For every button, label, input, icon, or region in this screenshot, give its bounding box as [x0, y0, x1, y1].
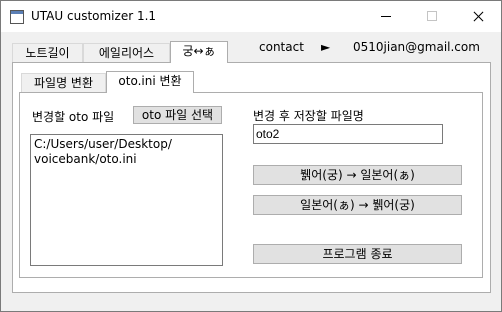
close-button[interactable]: [455, 1, 501, 32]
sub-tab-panel: 변경할 oto 파일 oto 파일 선택 C:/Users/user/Deskt…: [19, 92, 483, 278]
exit-program-button[interactable]: 프로그램 종료: [253, 244, 462, 264]
save-filename-label: 변경 후 저장할 파일명: [253, 109, 364, 123]
minimize-button[interactable]: [363, 1, 409, 32]
tab-hangul-kana[interactable]: 궁↔ぁ: [170, 41, 228, 63]
tab-note-length[interactable]: 노트길이: [12, 43, 83, 63]
window-title: UTAU customizer 1.1: [31, 9, 157, 23]
oto-file-label: 변경할 oto 파일: [32, 110, 115, 124]
arrow-right-icon: ►: [321, 40, 331, 54]
select-oto-file-button[interactable]: oto 파일 선택: [133, 106, 222, 124]
app-icon: [10, 10, 24, 24]
contact-label: contact: [259, 40, 304, 54]
tab-alias[interactable]: 에일리어스: [83, 43, 170, 63]
tab-filename-convert[interactable]: 파일명 변환: [21, 73, 106, 93]
minimize-icon: [381, 16, 391, 17]
app-window: UTAU customizer 1.1 노트길이 에일리어스 궁↔ぁ conta…: [0, 0, 502, 312]
maximize-icon: [427, 11, 437, 21]
convert-to-korean-button[interactable]: 일본어(ぁ) → 뷁어(궁): [253, 195, 462, 215]
convert-to-japanese-button[interactable]: 뷁어(궁) → 일본어(ぁ): [253, 165, 462, 185]
save-filename-input[interactable]: [253, 124, 443, 144]
tab-oto-ini-convert[interactable]: oto.ini 변환: [106, 71, 194, 93]
maximize-button[interactable]: [409, 1, 455, 32]
oto-path-textarea[interactable]: C:/Users/user/Desktop/ voicebank/oto.ini: [30, 134, 223, 266]
title-bar[interactable]: UTAU customizer 1.1: [1, 1, 501, 32]
contact-email: 0510jian@gmail.com: [353, 40, 480, 54]
